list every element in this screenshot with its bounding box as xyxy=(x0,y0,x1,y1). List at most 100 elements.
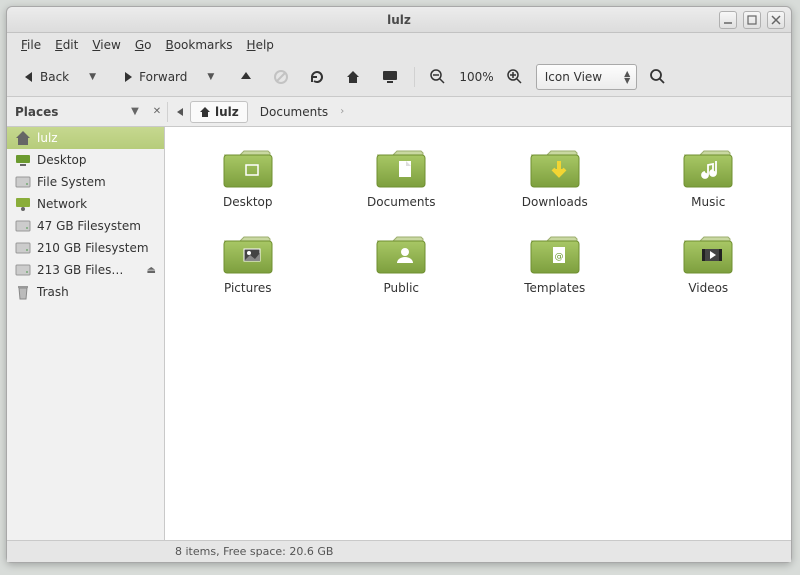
sidebar-item-label: File System xyxy=(37,175,106,189)
icon-view-area[interactable]: Desktop Documents Downloads Music Pictures Pu… xyxy=(165,127,791,540)
places-collapse-button[interactable]: ▼ xyxy=(127,104,143,120)
folder-icon xyxy=(220,145,276,191)
sidebar-item-213-gb-files-[interactable]: 213 GB Files… ⏏ xyxy=(7,259,164,281)
folder-music[interactable]: Music xyxy=(646,145,772,209)
sidebar-item-trash[interactable]: Trash xyxy=(7,281,164,303)
svg-text:@: @ xyxy=(554,252,563,262)
sidebar-item-label: Network xyxy=(37,197,87,211)
home-icon xyxy=(15,130,31,146)
stop-icon xyxy=(273,69,289,85)
minimize-button[interactable] xyxy=(719,11,737,29)
folder-icon xyxy=(373,231,429,277)
menu-file[interactable]: File xyxy=(15,36,47,54)
menubar: File Edit View Go Bookmarks Help xyxy=(7,33,791,57)
computer-icon xyxy=(381,69,399,85)
home-icon xyxy=(345,69,361,85)
folder-downloads[interactable]: Downloads xyxy=(492,145,618,209)
sidebar-item-label: lulz xyxy=(37,131,58,145)
sidebar-item-file-system[interactable]: File System xyxy=(7,171,164,193)
folder-icon: @ xyxy=(527,231,583,277)
sidebar-item-lulz[interactable]: lulz xyxy=(7,127,164,149)
arrow-left-icon xyxy=(22,70,36,84)
places-sidebar: lulz Desktop File System Network 47 GB Files… xyxy=(7,127,165,540)
window-controls xyxy=(719,11,785,29)
desktop-icon xyxy=(15,152,31,168)
folder-label: Music xyxy=(691,195,725,209)
folder-label: Desktop xyxy=(223,195,273,209)
home-icon xyxy=(199,106,211,118)
menu-view[interactable]: View xyxy=(86,36,126,54)
reload-button[interactable] xyxy=(302,63,332,91)
arrow-up-icon xyxy=(239,70,253,84)
toolbar-separator xyxy=(414,67,415,87)
sidebar-item-label: Trash xyxy=(37,285,69,299)
up-button[interactable] xyxy=(232,63,260,91)
forward-history-dropdown[interactable]: ▼ xyxy=(200,63,226,91)
folder-videos[interactable]: Videos xyxy=(646,231,772,295)
breadcrumb-home[interactable]: lulz xyxy=(190,101,248,123)
folder-public[interactable]: Public xyxy=(339,231,465,295)
disk-icon xyxy=(15,262,31,278)
folder-label: Public xyxy=(383,281,419,295)
location-bar: Places ▼ ✕ lulz Documents › xyxy=(7,97,791,127)
toolbar: Back ▼ Forward ▼ 100% Ico xyxy=(7,57,791,97)
stop-button[interactable] xyxy=(266,63,296,91)
back-button[interactable]: Back xyxy=(15,63,76,91)
status-text: 8 items, Free space: 20.6 GB xyxy=(175,545,333,558)
sidebar-item-desktop[interactable]: Desktop xyxy=(7,149,164,171)
breadcrumb-documents[interactable]: Documents xyxy=(252,102,336,122)
sidebar-item-47-gb-filesystem[interactable]: 47 GB Filesystem xyxy=(7,215,164,237)
close-button[interactable] xyxy=(767,11,785,29)
folder-label: Downloads xyxy=(522,195,588,209)
folder-pictures[interactable]: Pictures xyxy=(185,231,311,295)
folder-label: Pictures xyxy=(224,281,272,295)
computer-button[interactable] xyxy=(374,63,406,91)
disk-icon xyxy=(15,218,31,234)
titlebar: lulz xyxy=(7,7,791,33)
network-icon xyxy=(15,196,31,212)
eject-icon[interactable]: ⏏ xyxy=(147,265,156,276)
menu-edit[interactable]: Edit xyxy=(49,36,84,54)
zoom-in-button[interactable] xyxy=(500,63,530,91)
sidebar-item-label: 213 GB Files… xyxy=(37,263,123,277)
spinner-icon: ▲▼ xyxy=(624,70,630,84)
folder-documents[interactable]: Documents xyxy=(339,145,465,209)
search-icon xyxy=(650,69,666,85)
view-mode-select[interactable]: Icon View ▲▼ xyxy=(536,64,638,90)
folder-grid: Desktop Documents Downloads Music Pictures Pu… xyxy=(185,145,771,295)
breadcrumb: lulz Documents › xyxy=(190,101,344,123)
body: lulz Desktop File System Network 47 GB Files… xyxy=(7,127,791,540)
folder-desktop[interactable]: Desktop xyxy=(185,145,311,209)
sidebar-item-210-gb-filesystem[interactable]: 210 GB Filesystem xyxy=(7,237,164,259)
back-history-dropdown[interactable]: ▼ xyxy=(82,63,108,91)
home-button[interactable] xyxy=(338,63,368,91)
folder-label: Documents xyxy=(367,195,435,209)
menu-bookmarks[interactable]: Bookmarks xyxy=(159,36,238,54)
zoom-out-button[interactable] xyxy=(423,63,453,91)
reload-icon xyxy=(309,69,325,85)
folder-templates[interactable]: @ Templates xyxy=(492,231,618,295)
menu-go[interactable]: Go xyxy=(129,36,158,54)
folder-icon xyxy=(680,231,736,277)
places-header: Places ▼ ✕ xyxy=(15,104,165,120)
disk-icon xyxy=(15,174,31,190)
forward-button[interactable]: Forward xyxy=(114,63,194,91)
menu-help[interactable]: Help xyxy=(241,36,280,54)
folder-icon xyxy=(220,231,276,277)
sidebar-item-network[interactable]: Network xyxy=(7,193,164,215)
disk-icon xyxy=(15,240,31,256)
maximize-button[interactable] xyxy=(743,11,761,29)
sidebar-item-label: 47 GB Filesystem xyxy=(37,219,141,233)
file-manager-window: lulz File Edit View Go Bookmarks Help Ba… xyxy=(6,6,792,563)
folder-icon xyxy=(373,145,429,191)
folder-label: Videos xyxy=(688,281,728,295)
places-close-button[interactable]: ✕ xyxy=(149,104,165,120)
folder-label: Templates xyxy=(524,281,585,295)
folder-icon xyxy=(527,145,583,191)
sidebar-item-label: 210 GB Filesystem xyxy=(37,241,149,255)
trash-icon xyxy=(15,284,31,300)
window-title: lulz xyxy=(387,13,411,27)
path-back-button[interactable] xyxy=(170,104,190,120)
zoom-level-label: 100% xyxy=(459,70,493,84)
search-button[interactable] xyxy=(643,63,673,91)
